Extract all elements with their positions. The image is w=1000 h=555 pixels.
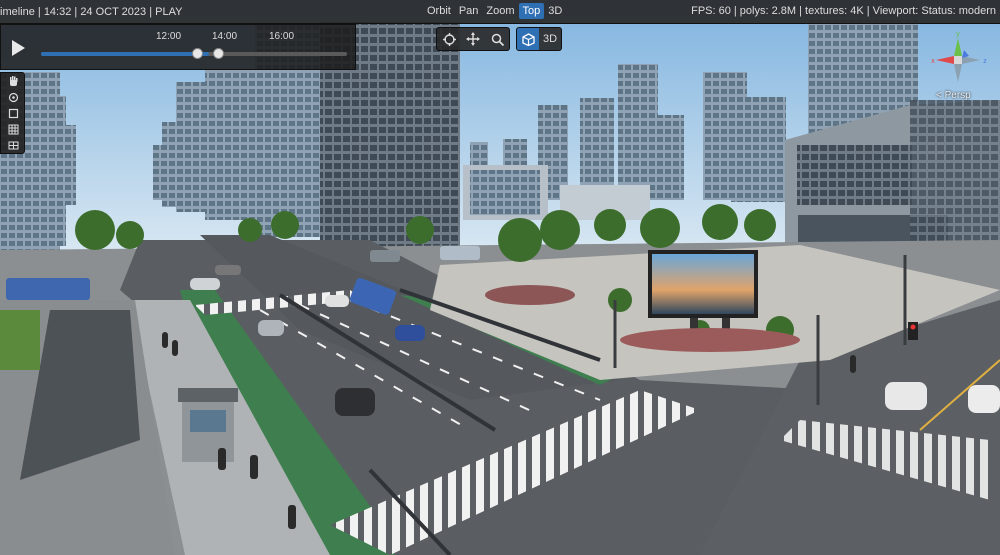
timeline-tick-labels: 12:00 14:00 16:00 [1, 31, 357, 45]
city-scene-render [0, 0, 1000, 555]
timeline-range-end-handle[interactable] [213, 48, 225, 59]
zoom-button[interactable]: Zoom [482, 3, 518, 19]
guard-booth [178, 388, 238, 462]
view-mode-group: 3D [516, 27, 562, 51]
left-toolbar [0, 72, 25, 154]
timeline-panel: 12:00 14:00 16:00 [0, 24, 356, 70]
hand-tool-button[interactable] [1, 73, 26, 89]
move-button[interactable] [461, 28, 485, 50]
3d-mode-button[interactable]: 3D [539, 28, 561, 50]
pan-button[interactable]: Pan [455, 3, 483, 19]
hand-icon [10, 75, 18, 86]
cube-icon [521, 32, 535, 46]
3d-view-button[interactable]: 3D [544, 3, 566, 19]
transform-tool-group [436, 27, 510, 51]
target-icon [8, 92, 19, 102]
timeline-tick: 12:00 [156, 31, 182, 42]
timeline-tick: 14:00 [212, 31, 238, 42]
gizmo-z-label: z [983, 58, 987, 65]
projection-mode-label[interactable]: < Persp [936, 90, 971, 101]
timeline-tick: 16:00 [269, 31, 295, 42]
timeline-status-label: imeline | 14:32 | 24 OCT 2023 | PLAY [0, 5, 183, 18]
crop-icon [8, 141, 19, 149]
scene-viewport[interactable] [0, 0, 1000, 555]
viewport-stats: FPS: 60 | polys: 2.8M | textures: 4K | V… [691, 5, 996, 17]
timeline-track[interactable] [41, 48, 347, 59]
axis-gizmo-icon: y x z [931, 31, 987, 82]
grid-tool-button[interactable] [1, 121, 26, 137]
gizmo-y-label: y [956, 31, 960, 38]
timeline-track-fill [41, 52, 210, 56]
grid-icon [8, 124, 19, 134]
target-tool-button[interactable] [1, 89, 26, 105]
orientation-gizmo[interactable]: y x z < Persp [928, 30, 988, 101]
rotate-button[interactable] [437, 28, 461, 50]
orbit-button[interactable]: Orbit [423, 3, 455, 19]
perspective-toggle-button[interactable] [517, 28, 539, 50]
gizmo-x-label: x [931, 58, 935, 65]
top-view-button[interactable]: Top [518, 3, 545, 19]
rect-icon [8, 108, 19, 118]
magnifier-icon [491, 33, 504, 46]
zoom-tool-button[interactable] [485, 28, 509, 50]
timeline-range-start-handle[interactable] [192, 48, 204, 59]
rotate-icon [442, 32, 456, 46]
viewport-tools: 3D [436, 27, 562, 51]
move-icon [466, 32, 480, 46]
rect-tool-button[interactable] [1, 105, 26, 121]
crop-tool-button[interactable] [1, 137, 26, 153]
camera-mode-tools: Orbit Pan Zoom Top 3D [423, 3, 566, 19]
top-toolbar: imeline | 14:32 | 24 OCT 2023 | PLAY Orb… [0, 0, 1000, 24]
